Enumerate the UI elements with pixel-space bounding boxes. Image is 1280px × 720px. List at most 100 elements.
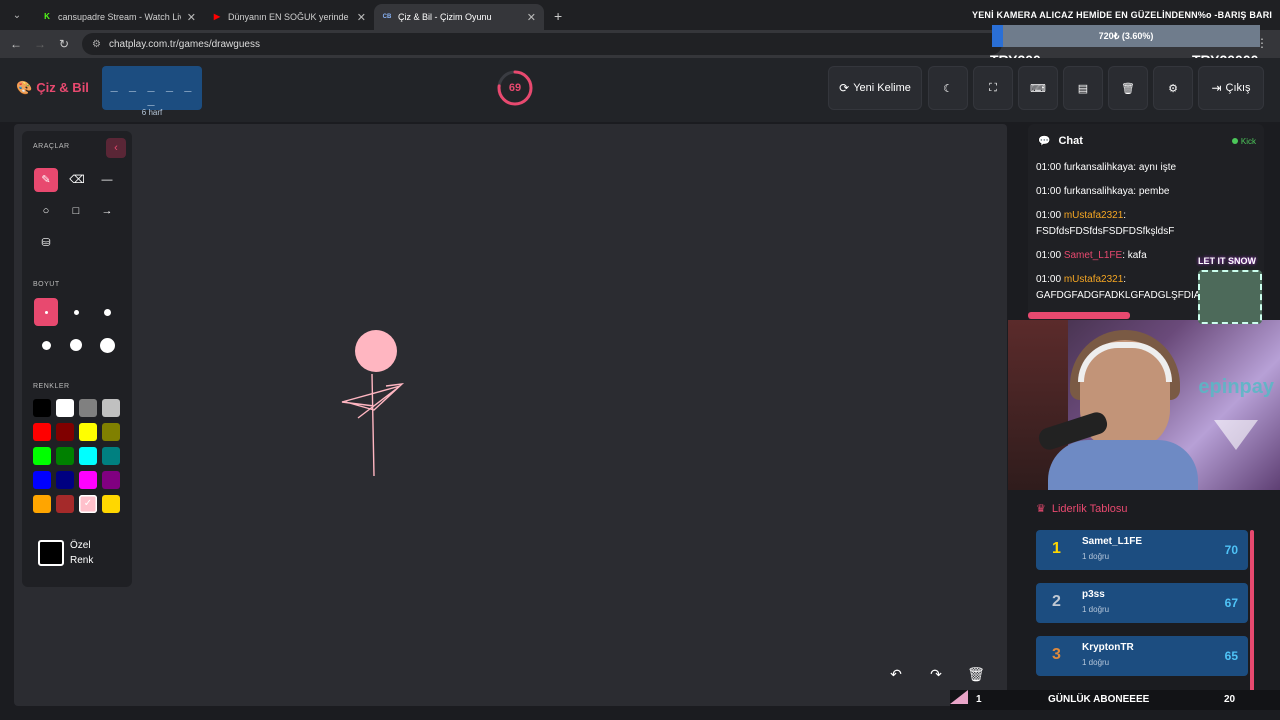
color-swatch[interactable]: [102, 447, 120, 465]
archive-button[interactable]: ▤: [1063, 66, 1103, 110]
snow-image: [1198, 270, 1262, 324]
line-tool[interactable]: —: [95, 168, 119, 192]
size-6-button[interactable]: [95, 331, 119, 359]
custom-color-button[interactable]: Özel Renk: [38, 533, 122, 573]
color-swatch[interactable]: ✓: [79, 495, 97, 513]
size-dot: [103, 308, 111, 316]
size-5-button[interactable]: [64, 331, 88, 359]
color-swatch[interactable]: [56, 495, 74, 513]
keyboard-button[interactable]: ⌨: [1018, 66, 1058, 110]
color-swatch[interactable]: [56, 447, 74, 465]
message-user[interactable]: furkansalihkaya: [1064, 162, 1133, 173]
color-swatch[interactable]: [102, 423, 120, 441]
eraser-tool[interactable]: ⌫: [65, 168, 89, 192]
tab-search-chevron-icon[interactable]: ⌄: [4, 4, 30, 26]
message-user[interactable]: mUstafa2321: [1064, 274, 1123, 285]
message-user[interactable]: furkansalihkaya: [1064, 186, 1133, 197]
close-tab-icon[interactable]: ✕: [527, 11, 536, 24]
color-swatch[interactable]: [56, 471, 74, 489]
redo-button[interactable]: ↷: [922, 660, 950, 688]
color-swatch[interactable]: [102, 399, 120, 417]
message-user[interactable]: mUstafa2321: [1064, 210, 1123, 221]
close-tab-icon[interactable]: ✕: [187, 11, 196, 24]
chevron-left-icon: ‹: [114, 142, 118, 154]
color-swatch[interactable]: [102, 495, 120, 513]
stream-ticker: YENİ KAMERA ALICAZ HEMİDE EN GÜZELİNDENN…: [972, 10, 1272, 20]
color-swatch[interactable]: [102, 471, 120, 489]
message-time: 01:00: [1036, 274, 1062, 285]
new-word-button[interactable]: ⟳ Yeni Kelime: [828, 66, 922, 110]
browser-tab[interactable]: ▶ Dünyanın EN SOĞUK yerinde B ✕: [204, 4, 374, 30]
color-swatch[interactable]: [33, 399, 51, 417]
exit-button[interactable]: ⇥ Çıkış: [1198, 66, 1264, 110]
arrow-right-icon: →: [101, 205, 113, 217]
browser-tab-active[interactable]: CB Çiz & Bil - Çizim Oyunu ✕: [374, 4, 544, 30]
tab-title: Çiz & Bil - Çizim Oyunu: [398, 12, 492, 22]
chat-status: Kick: [1231, 137, 1256, 146]
message-text: FSDfdsFDSfdsFSDFDSfkşldsF: [1036, 226, 1175, 237]
new-tab-icon[interactable]: +: [554, 8, 562, 24]
color-swatch[interactable]: [79, 447, 97, 465]
color-swatch[interactable]: [79, 399, 97, 417]
fullscreen-button[interactable]: ⛶: [973, 66, 1013, 110]
arrow-tool[interactable]: →: [95, 199, 119, 223]
undo-button[interactable]: ↶: [882, 660, 910, 688]
exit-label: Çıkış: [1225, 82, 1251, 94]
custom-color-line2: Renk: [70, 555, 94, 566]
circle-tool[interactable]: ○: [34, 199, 58, 223]
color-swatch[interactable]: [56, 399, 74, 417]
close-tab-icon[interactable]: ✕: [357, 11, 366, 24]
player-correct: 1 doğru: [1082, 605, 1110, 614]
message-time: 01:00: [1036, 250, 1062, 261]
fill-tool[interactable]: ⛁: [34, 231, 58, 255]
word-dashes: _ _ _ _ _ _: [110, 78, 194, 106]
reload-icon[interactable]: ↻: [52, 37, 76, 51]
brush-icon: ✎: [41, 174, 51, 186]
color-swatch[interactable]: [79, 423, 97, 441]
color-swatch[interactable]: [79, 471, 97, 489]
site-favicon-icon: CB: [382, 14, 392, 20]
word-hint-box: _ _ _ _ _ _ 6 harf: [102, 66, 202, 117]
site-info-icon[interactable]: ⚙: [92, 39, 101, 50]
moon-icon: ☾: [943, 82, 953, 95]
back-icon[interactable]: ←: [4, 37, 28, 51]
message-user[interactable]: Samet_L1FE: [1064, 250, 1122, 261]
size-3-button[interactable]: [95, 298, 119, 326]
color-swatch[interactable]: [33, 495, 51, 513]
crown-icon: ♛: [1036, 503, 1046, 515]
forward-icon[interactable]: →: [28, 37, 52, 51]
url-input[interactable]: ⚙ chatplay.com.tr/games/drawguess: [82, 33, 1002, 55]
app-logo[interactable]: 🎨 Çiz & Bil: [16, 80, 89, 96]
size-1-button[interactable]: [34, 298, 58, 326]
size-4-button[interactable]: [34, 331, 58, 359]
settings-button[interactable]: ⚙: [1153, 66, 1193, 110]
leaderboard-scrollbar[interactable]: [1250, 530, 1254, 694]
delete-button[interactable]: 🗑: [1108, 66, 1148, 110]
drawing-canvas[interactable]: [14, 124, 1007, 706]
chat-scrollbar[interactable]: [1028, 312, 1130, 319]
color-swatch[interactable]: [56, 423, 74, 441]
clear-canvas-button[interactable]: 🗑: [962, 660, 990, 688]
trash-icon: 🗑: [967, 666, 985, 682]
collapse-panel-button[interactable]: ‹: [106, 138, 126, 158]
color-swatch[interactable]: [33, 423, 51, 441]
tab-title: Dünyanın EN SOĞUK yerinde B: [228, 12, 351, 22]
archive-icon: ▤: [1077, 82, 1089, 95]
color-swatch[interactable]: [33, 471, 51, 489]
trash-icon: 🗑: [1121, 82, 1135, 95]
browser-tab[interactable]: K cansupadre Stream - Watch Liv ✕: [34, 4, 204, 30]
square-icon: □: [72, 205, 80, 217]
undo-icon: ↶: [890, 666, 902, 682]
size-2-button[interactable]: [64, 298, 88, 326]
keyboard-icon: ⌨: [1030, 82, 1046, 95]
sub-goal-current: 1: [976, 694, 982, 705]
donation-goal-text: 720₺ (3.60%): [1098, 31, 1154, 41]
leaderboard-row: 3 KryptonTR 1 doğru 65: [1036, 636, 1248, 676]
rectangle-tool[interactable]: □: [64, 199, 88, 223]
theme-toggle-button[interactable]: ☾: [928, 66, 968, 110]
eraser-icon: ⌫: [69, 174, 85, 186]
color-swatch[interactable]: [33, 447, 51, 465]
brush-tool[interactable]: ✎: [34, 168, 58, 192]
sub-goal-target: 20: [1224, 694, 1236, 705]
chat-title: Chat: [1058, 135, 1083, 147]
